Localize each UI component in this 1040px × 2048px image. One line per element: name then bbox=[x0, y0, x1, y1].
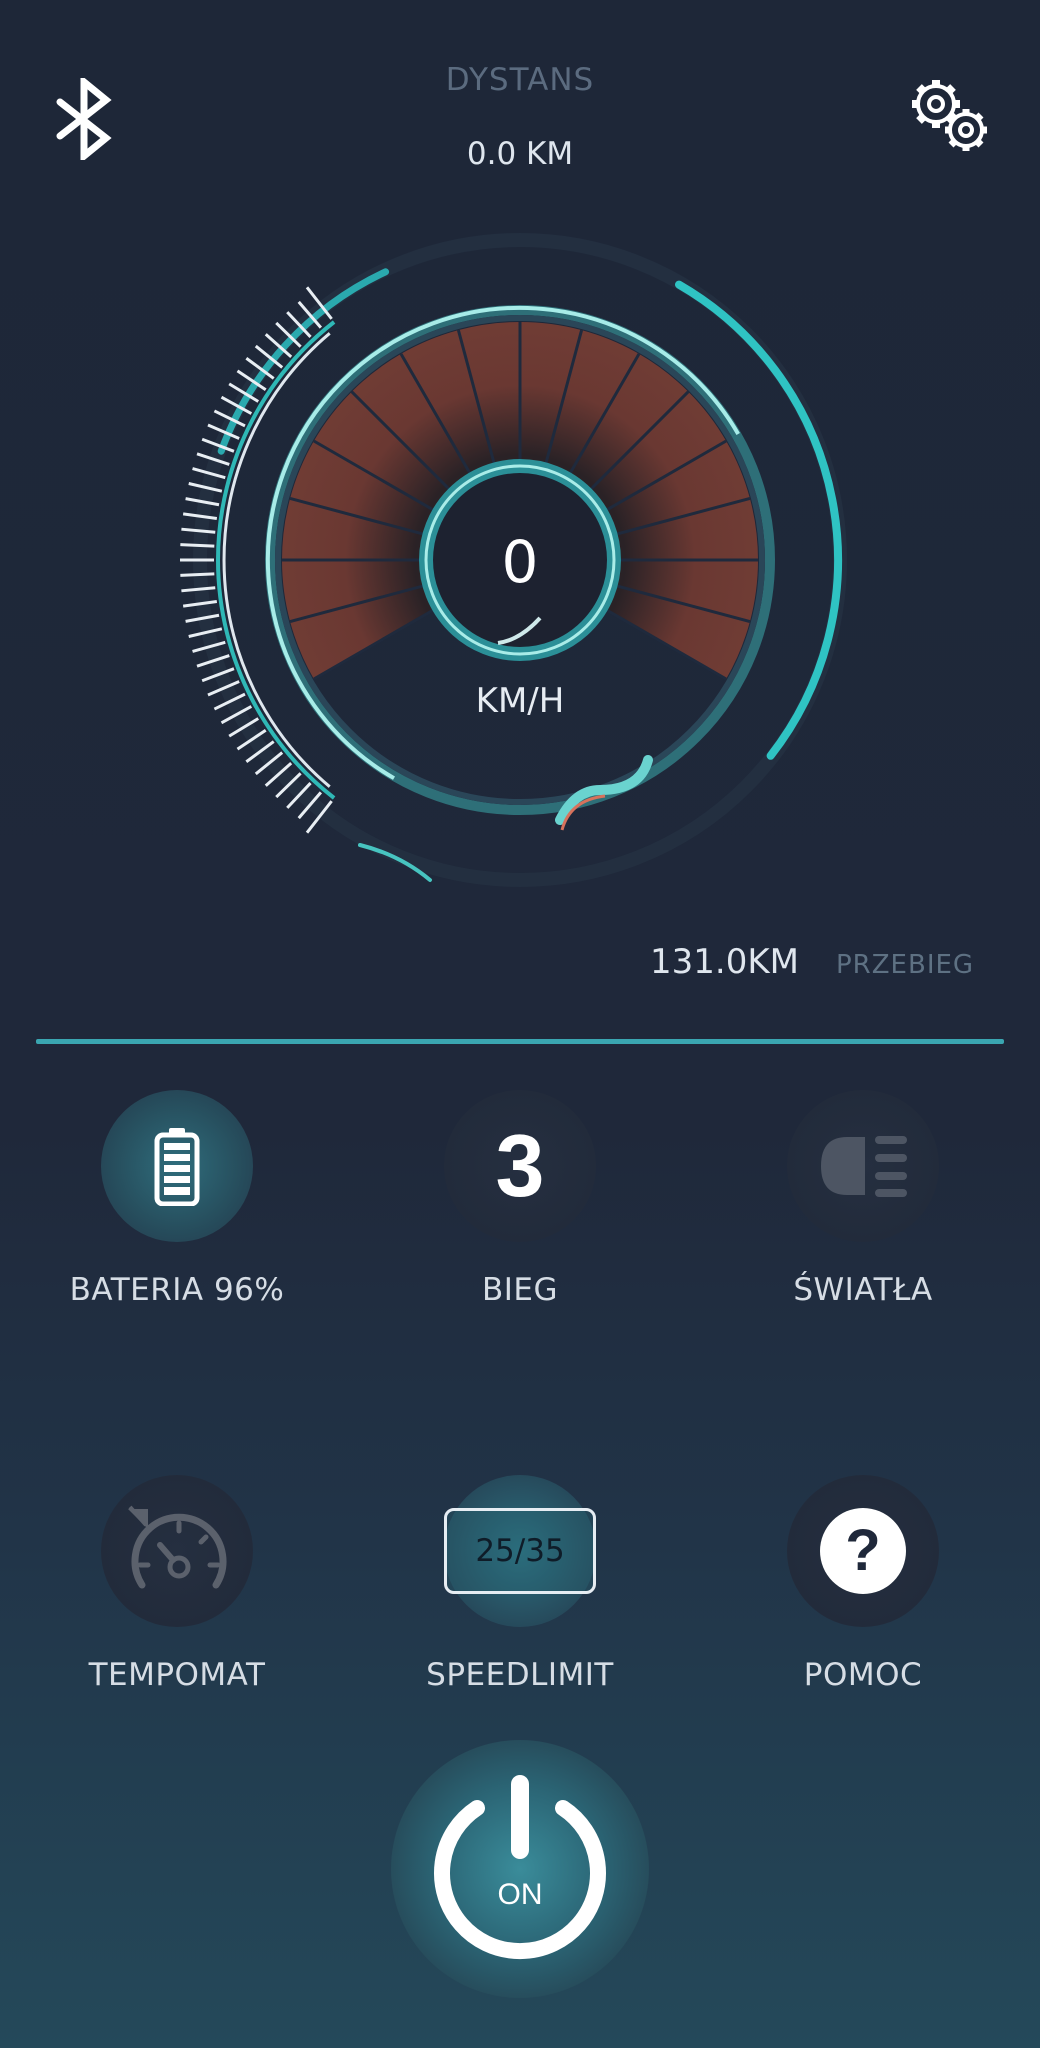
speedometer-gauge: 0 KM/H bbox=[180, 233, 847, 887]
headlight-icon bbox=[821, 1136, 907, 1197]
cruise-tile[interactable]: TEMPOMAT bbox=[27, 1475, 327, 1693]
cruise-control-icon bbox=[128, 1505, 227, 1589]
speedlimit-tile[interactable]: 25/35 SPEEDLIMIT bbox=[370, 1475, 670, 1693]
speedlimit-value: 25/35 bbox=[444, 1508, 596, 1594]
battery-tick bbox=[180, 543, 215, 548]
battery-tick bbox=[181, 527, 216, 534]
battery-tick bbox=[181, 586, 216, 593]
battery-circle bbox=[101, 1090, 253, 1242]
battery-icon bbox=[154, 1128, 200, 1206]
gear-value: 3 bbox=[495, 1116, 545, 1215]
help-label: POMOC bbox=[803, 1657, 923, 1693]
divider bbox=[36, 1039, 1004, 1044]
battery-tick bbox=[180, 572, 215, 577]
power-label: ON bbox=[497, 1878, 543, 1911]
speed-value: 0 bbox=[502, 528, 539, 596]
power-icon bbox=[434, 1775, 606, 1959]
battery-tile[interactable]: BATERIA 96% bbox=[27, 1090, 327, 1308]
help-tile[interactable]: ? POMOC bbox=[713, 1475, 1013, 1693]
cruise-label: TEMPOMAT bbox=[88, 1657, 266, 1693]
help-circle: ? bbox=[787, 1475, 939, 1627]
lights-tile[interactable]: ŚWIATŁA bbox=[713, 1090, 1013, 1308]
speedlimit-circle: 25/35 bbox=[444, 1475, 596, 1627]
battery-label: BATERIA 96% bbox=[69, 1272, 285, 1308]
cruise-circle bbox=[101, 1475, 253, 1627]
odometer-label: PRZEBIEG bbox=[836, 950, 975, 980]
lights-label: ŚWIATŁA bbox=[793, 1272, 933, 1308]
speed-unit: KM/H bbox=[476, 681, 565, 721]
help-icon: ? bbox=[820, 1508, 906, 1594]
svg-text:?: ? bbox=[845, 1518, 880, 1583]
lights-circle bbox=[787, 1090, 939, 1242]
gear-tile[interactable]: 3 BIEG bbox=[370, 1090, 670, 1308]
gear-circle: 3 bbox=[444, 1090, 596, 1242]
speedlimit-label: SPEEDLIMIT bbox=[426, 1657, 614, 1693]
power-button[interactable]: ON bbox=[391, 1740, 649, 1998]
gear-label: BIEG bbox=[481, 1272, 559, 1308]
odometer-value: 131.0KM bbox=[650, 942, 799, 982]
